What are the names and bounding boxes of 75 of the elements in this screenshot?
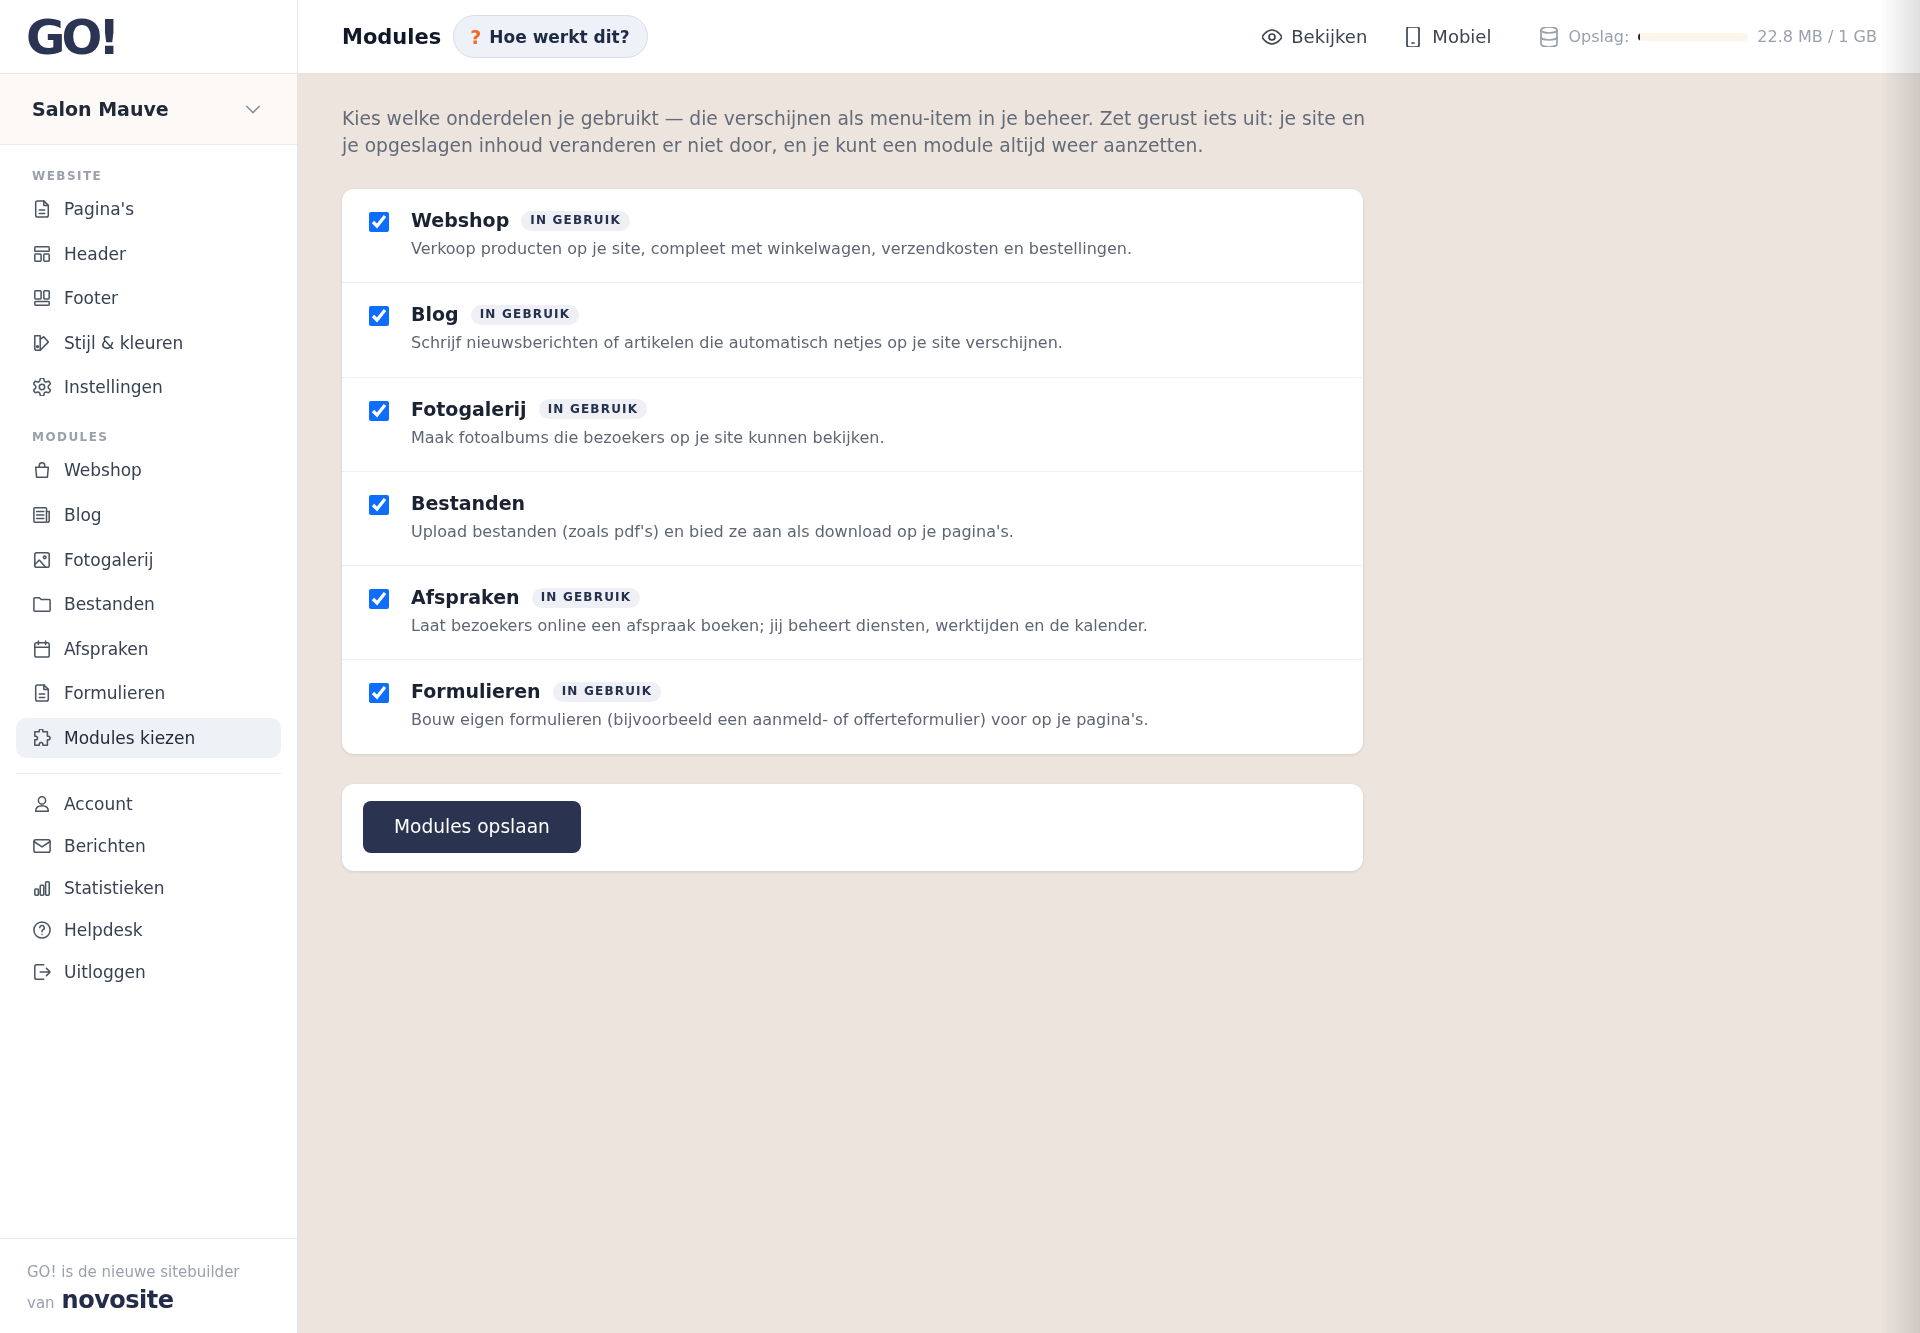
document-icon <box>33 684 51 703</box>
status-badge: IN GEBRUIK <box>521 210 630 231</box>
calendar-icon <box>33 639 51 658</box>
storage-label: Opslag: <box>1568 27 1630 46</box>
module-checkbox[interactable] <box>369 212 389 232</box>
storage-reading: 22.8 MB / 1 GB <box>1757 27 1877 46</box>
module-description: Upload bestanden (zoals pdf's) en bied ze aan als download op je pagina's. <box>411 520 1014 542</box>
shopping-bag-icon <box>33 461 51 480</box>
module-checkbox[interactable] <box>369 494 389 515</box>
module-name: Webshop <box>411 208 510 233</box>
help-icon <box>33 920 51 939</box>
brand-logo: novosite <box>61 1286 174 1314</box>
nav-item[interactable]: Statistieken <box>16 867 281 908</box>
status-badge: IN GEBRUIK <box>531 587 641 608</box>
view-button[interactable]: Bekijken <box>1262 26 1368 47</box>
status-badge: IN GEBRUIK <box>552 682 662 702</box>
nav-item[interactable]: Header <box>16 233 281 274</box>
nav-item[interactable]: Instellingen <box>16 367 281 408</box>
nav-item[interactable]: Berichten <box>16 825 281 866</box>
module-name: Formulieren <box>411 679 541 705</box>
module-checkbox[interactable] <box>369 589 389 610</box>
module-checkbox[interactable] <box>369 683 389 704</box>
intro-text: Kies welke onderdelen je gebruikt — die verschijnen als menu-item in je beheer. Zet gerust iets uit: je site en je opgeslagen inhoud veranderen er niet door, en je kunt een module altijd weer aanzetten. <box>342 107 1367 158</box>
nav-item[interactable]: Pagina's <box>16 189 281 229</box>
help-button[interactable]: ? Hoe werkt dit? <box>453 15 648 58</box>
document-icon <box>33 200 51 218</box>
eye-icon <box>1262 26 1283 47</box>
nav-item[interactable]: Fotogalerij <box>16 539 281 580</box>
page-title: Modules <box>342 24 442 49</box>
nav-item[interactable]: Modules kiezen <box>16 717 281 758</box>
mobile-button[interactable]: Mobiel <box>1403 26 1492 47</box>
footer-text: GO! is de nieuwe sitebuilder <box>27 1262 241 1283</box>
nav-item[interactable]: Blog <box>16 494 281 535</box>
module-description: Bouw eigen formulieren (bijvoorbeeld een aanmeld- of offerteformulier) voor op je pagina's. <box>411 709 1149 731</box>
folder-icon <box>33 595 51 614</box>
question-mark-icon: ? <box>470 25 482 48</box>
bar-chart-icon <box>33 878 51 897</box>
nav-item[interactable]: Webshop <box>16 450 281 491</box>
palette-icon <box>33 333 51 352</box>
nav-item[interactable]: Stijl & kleuren <box>16 322 281 363</box>
status-badge: IN GEBRUIK <box>470 304 580 325</box>
module-checkbox[interactable] <box>369 306 389 327</box>
user-icon <box>33 794 51 813</box>
nav-item[interactable]: Afspraken <box>16 628 281 669</box>
puzzle-icon <box>33 728 51 747</box>
module-description: Laat bezoekers online een afspraak boeken; jij beheert diensten, werktijden en de kalender. <box>411 615 1148 637</box>
nav-item[interactable]: Account <box>16 783 281 824</box>
nav-item[interactable]: Formulieren <box>16 673 281 714</box>
nav-item[interactable]: Helpdesk <box>16 909 281 950</box>
header-layout-icon <box>33 244 51 263</box>
section-heading: MODULES <box>31 429 110 446</box>
image-icon <box>33 550 51 569</box>
module-description: Verkoop producten op je site, compleet met winkelwagen, verzendkosten en bestellingen. <box>411 238 1132 259</box>
settings-icon <box>33 378 51 397</box>
section-heading: WEBSITE <box>31 168 104 184</box>
save-button[interactable]: Modules opslaan <box>363 800 581 853</box>
footer-text: van <box>27 1293 55 1314</box>
module-description: Schrijf nieuwsberichten of artikelen die automatisch netjes op je site verschijnen. <box>411 332 1063 354</box>
module-description: Maak fotoalbums die bezoekers op je site kunnen bekijken. <box>411 426 885 448</box>
nav-item[interactable]: Footer <box>16 278 281 319</box>
envelope-icon <box>33 836 51 855</box>
nav-item[interactable]: Bestanden <box>16 584 281 625</box>
database-icon <box>1539 26 1560 47</box>
logo: GO! <box>26 12 117 61</box>
nav-item[interactable]: Uitloggen <box>16 951 281 992</box>
module-name: Fotogalerij <box>411 396 527 422</box>
newspaper-icon <box>33 505 51 524</box>
module-checkbox[interactable] <box>369 400 389 421</box>
status-badge: IN GEBRUIK <box>538 399 648 420</box>
site-selector[interactable]: Salon Mauve <box>0 74 297 145</box>
module-name: Bestanden <box>411 490 526 516</box>
footer-layout-icon <box>33 289 51 308</box>
module-name: Blog <box>411 302 459 328</box>
logout-icon <box>33 962 51 981</box>
module-name: Afspraken <box>411 585 520 611</box>
